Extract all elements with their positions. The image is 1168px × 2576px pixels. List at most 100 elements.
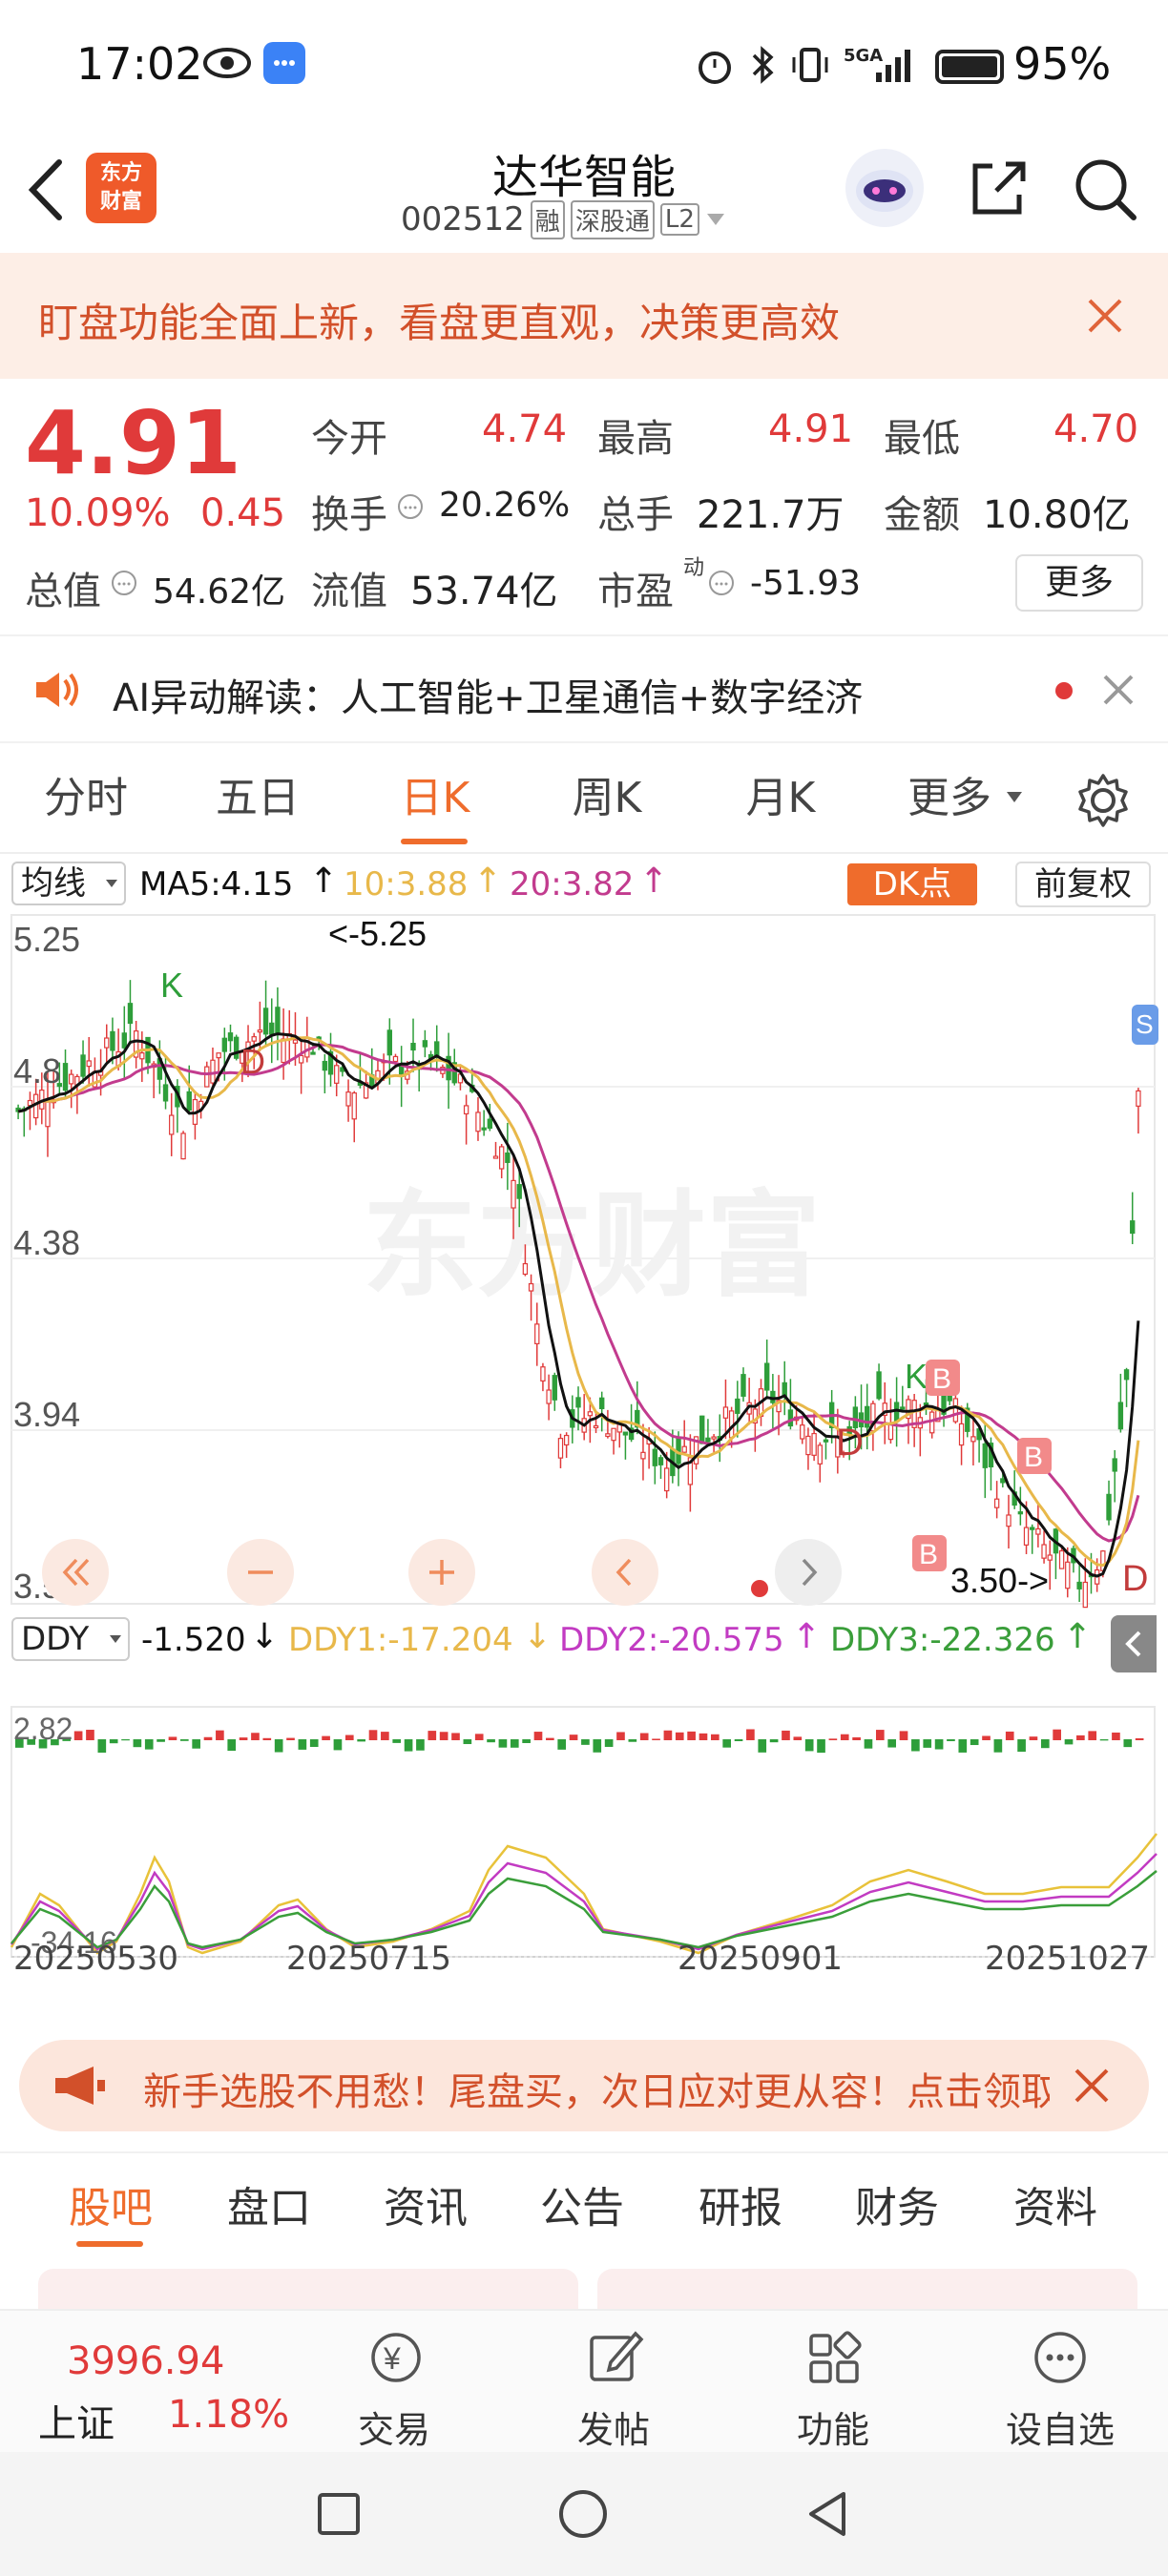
system-navigation-bar — [0, 2452, 1168, 2576]
tab-daily-k[interactable]: 日K — [368, 743, 502, 854]
pe-value: -51.93 — [750, 564, 862, 603]
recent-apps-icon[interactable] — [315, 2490, 363, 2538]
ddy-bar — [840, 1734, 849, 1740]
back-icon[interactable] — [803, 2488, 851, 2540]
candle-body — [434, 1041, 440, 1056]
tab-profile[interactable]: 资料 — [998, 2153, 1113, 2263]
candle-body — [298, 1054, 304, 1064]
candle-body — [952, 1398, 959, 1423]
gear-icon[interactable] — [1074, 772, 1132, 829]
zoom-out-button[interactable] — [227, 1539, 294, 1606]
scroll-left-button[interactable] — [592, 1539, 658, 1606]
vibrate-icon — [792, 48, 828, 82]
caret-down-icon[interactable] — [1006, 791, 1023, 804]
tab-financials[interactable]: 财务 — [840, 2153, 954, 2263]
amount-label: 金额 — [884, 493, 960, 537]
ma10-label: 10:3.88 — [344, 865, 469, 904]
ddy-max-label: 2.82 — [13, 1712, 73, 1746]
add-watchlist-nav-item[interactable]: 设自选 — [992, 2311, 1136, 2454]
ddy-bar — [533, 1732, 543, 1740]
candle-body — [80, 1054, 86, 1077]
kline-svg[interactable]: 东方财富 5.25 4.8 4.38 3.94 3.50 <-5.25 3.50… — [0, 913, 1168, 1963]
kline-chart-area[interactable]: 均线 MA5:4.15 ↑ 10:3.88 ↑ 20:3.82 ↑ DK点 前复… — [0, 854, 1168, 2023]
ddy-bar — [1123, 1739, 1133, 1748]
candle-body — [216, 1052, 221, 1059]
close-icon[interactable] — [1073, 2067, 1111, 2105]
candle-body — [86, 1060, 92, 1068]
signal-icon — [876, 50, 910, 82]
candle-body — [310, 1051, 316, 1055]
price-label-4: 3.94 — [13, 1395, 80, 1434]
robot-assistant-icon[interactable] — [845, 149, 924, 227]
index-ticker[interactable]: 3996.94 上证 1.18% — [0, 2311, 305, 2454]
badge-margin: 融 — [530, 199, 565, 239]
collapse-panel-button[interactable] — [1111, 1615, 1157, 1672]
tab-monthly-k[interactable]: 月K — [714, 743, 847, 854]
scroll-left-fast-button[interactable] — [42, 1539, 109, 1606]
notice-banner[interactable]: 盯盘功能全面上新，看盘更直观，决策更高效 — [0, 253, 1168, 379]
function-nav-item[interactable]: 功能 — [782, 2311, 887, 2454]
tab-research[interactable]: 研报 — [683, 2153, 798, 2263]
ddy-bar — [982, 1735, 991, 1740]
ai-insight-row[interactable]: AI异动解读：人工智能+卫星通信+数字经济 — [0, 636, 1168, 743]
info-icon[interactable] — [111, 570, 137, 596]
ddy-bar — [179, 1739, 189, 1741]
ddy-bar — [864, 1739, 873, 1749]
post-nav-item[interactable]: 发帖 — [563, 2311, 668, 2454]
caret-down-icon[interactable] — [705, 212, 726, 227]
ma-select[interactable]: 均线 — [11, 862, 126, 905]
candle-body — [292, 1039, 299, 1044]
ddy-bar — [616, 1732, 625, 1740]
info-icon[interactable] — [397, 493, 424, 520]
tab-weekly-k[interactable]: 周K — [540, 743, 674, 854]
more-button[interactable]: 更多 — [1015, 554, 1143, 612]
candle-body — [557, 1438, 564, 1459]
share-icon[interactable] — [964, 155, 1031, 221]
date-label: 20250715 — [286, 1940, 452, 1978]
candle-body — [110, 1030, 115, 1051]
search-icon[interactable] — [1073, 156, 1139, 223]
ddy2-arrow: ↑ — [792, 1617, 822, 1656]
info-icon[interactable] — [708, 570, 735, 596]
tab-news[interactable]: 资讯 — [368, 2153, 483, 2263]
change-pct: 10.09% — [25, 491, 171, 535]
ddy-bar — [404, 1739, 413, 1752]
trade-icon: ¥ — [371, 2333, 421, 2382]
trade-nav-item[interactable]: ¥ 交易 — [344, 2311, 448, 2454]
candle-body — [534, 1323, 540, 1344]
ddy-bar — [344, 1735, 354, 1740]
candle-body — [552, 1375, 557, 1401]
zoom-in-button[interactable] — [408, 1539, 475, 1606]
candle-body — [210, 1059, 216, 1084]
dk-point-button[interactable]: DK点 — [847, 863, 977, 905]
candle-body — [233, 1036, 240, 1059]
tab-active-indicator — [401, 839, 468, 844]
ddy-bar — [557, 1739, 567, 1750]
tab-more[interactable]: 更多 — [897, 743, 1002, 854]
ddy-bar — [73, 1731, 83, 1740]
ddy-select[interactable]: DDY — [11, 1617, 130, 1661]
chevron-left-icon — [615, 1558, 632, 1587]
ddy-bar — [498, 1739, 508, 1748]
tab-five-day[interactable]: 五日 — [191, 743, 324, 854]
scroll-right-button[interactable] — [775, 1539, 842, 1606]
tab-announcements[interactable]: 公告 — [525, 2153, 639, 2263]
candle-body — [546, 1389, 552, 1404]
candle-body — [1047, 1554, 1053, 1561]
close-icon[interactable] — [1101, 673, 1136, 707]
tab-order-book[interactable]: 盘口 — [212, 2153, 326, 2263]
tab-intraday[interactable]: 分时 — [19, 743, 153, 854]
candle-body — [587, 1411, 594, 1417]
close-icon[interactable] — [1086, 297, 1124, 335]
candle-body — [121, 1032, 127, 1049]
promo-banner[interactable]: 新手选股不用愁！尾盘买，次日应对更从容！点击领取 — [19, 2040, 1149, 2131]
adjust-button[interactable]: 前复权 — [1015, 862, 1151, 907]
home-icon[interactable] — [557, 2488, 609, 2540]
ddy-bar — [86, 1730, 94, 1740]
ddy-bar — [309, 1739, 319, 1748]
eye-icon — [203, 48, 251, 78]
candle-body — [735, 1398, 740, 1414]
ddy1-arrow: ↓ — [523, 1617, 553, 1656]
candle-body — [823, 1439, 829, 1443]
speaker-icon — [36, 673, 78, 707]
